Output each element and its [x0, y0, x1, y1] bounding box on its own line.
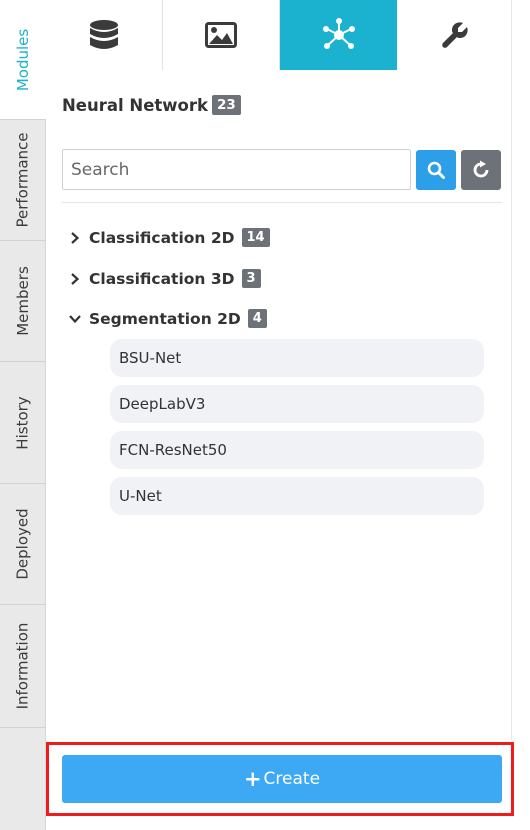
top-tab-bar	[46, 0, 512, 70]
side-tab-label: Modules	[14, 28, 33, 91]
tree-group-segmentation-2d[interactable]: Segmentation 2D 4	[66, 309, 267, 328]
tree-group-classification-2d[interactable]: Classification 2D 14	[66, 228, 270, 247]
refresh-icon	[473, 160, 489, 178]
side-tab-history[interactable]: History	[0, 362, 46, 484]
chevron-right-icon	[66, 229, 84, 247]
side-tab-label: History	[13, 395, 32, 450]
chevron-down-icon	[66, 310, 84, 328]
count-badge: 14	[241, 228, 270, 247]
panel-border	[511, 0, 512, 740]
tree-group-classification-3d[interactable]: Classification 3D 3	[66, 269, 261, 288]
side-tab-modules[interactable]: Modules	[0, 0, 46, 120]
side-tab-members[interactable]: Members	[0, 241, 46, 362]
side-tab-label: Information	[13, 622, 32, 710]
tab-network[interactable]	[280, 0, 397, 70]
side-tab-filler	[0, 728, 46, 830]
side-tab-performance[interactable]: Performance	[0, 120, 46, 241]
side-tab-label: Deployed	[13, 508, 32, 580]
chevron-right-icon	[66, 270, 84, 288]
plus-icon: +	[243, 766, 262, 791]
search-button[interactable]	[416, 150, 456, 190]
page-title: Neural Network	[62, 95, 208, 115]
tab-images[interactable]	[163, 0, 280, 70]
section-header: Neural Network 23	[62, 95, 241, 115]
network-icon	[322, 18, 355, 49]
side-tab-label: Performance	[13, 132, 32, 228]
count-badge: 4	[247, 309, 267, 328]
search-icon	[427, 161, 445, 179]
side-tab-information[interactable]: Information	[0, 605, 46, 728]
create-button[interactable]: + Create	[62, 755, 502, 803]
side-tab-deployed[interactable]: Deployed	[0, 484, 46, 605]
count-badge: 3	[241, 269, 261, 288]
side-tab-strip: Modules Performance Members History Depl…	[0, 0, 46, 830]
wrench-icon	[441, 22, 468, 48]
search-input[interactable]	[62, 149, 411, 190]
divider	[62, 202, 502, 203]
list-item[interactable]: FCN-ResNet50	[110, 431, 484, 469]
list-item[interactable]: U-Net	[110, 477, 484, 515]
create-label: Create	[263, 769, 321, 789]
tree-group-label: Classification 2D	[89, 228, 235, 247]
tree-group-label: Classification 3D	[89, 269, 235, 288]
side-tab-label: Members	[13, 266, 32, 336]
count-badge: 23	[212, 95, 241, 115]
list-item[interactable]: BSU-Net	[110, 339, 484, 377]
tab-settings[interactable]	[397, 0, 512, 70]
tab-database[interactable]	[46, 0, 163, 70]
tree-group-label: Segmentation 2D	[89, 309, 241, 328]
refresh-button[interactable]	[461, 150, 501, 190]
list-item[interactable]: DeepLabV3	[110, 385, 484, 423]
image-icon	[205, 22, 237, 48]
database-icon	[90, 20, 118, 49]
